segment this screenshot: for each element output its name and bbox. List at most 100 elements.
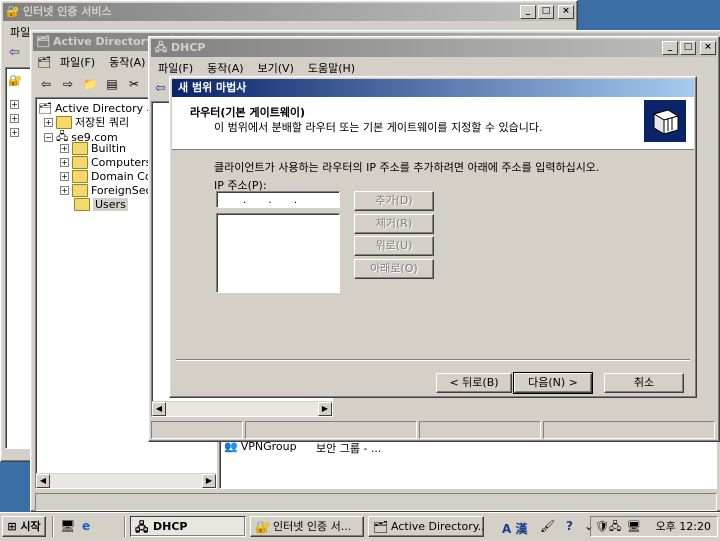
expand-icon[interactable]: + [60, 158, 69, 167]
minimize-button[interactable]: _ [662, 41, 678, 55]
windows-logo-icon: ⊞ [7, 520, 17, 533]
dhcp-menu-help[interactable]: 도움말(H) [301, 60, 362, 76]
wizard-header-title: 라우터(기본 게이트웨이) [190, 106, 306, 119]
help-icon[interactable]: ? [566, 519, 573, 533]
system-tray: 🛡 🖧 🖥 오후 12:20 [590, 516, 718, 537]
wizard-separator [176, 359, 690, 361]
ias-title-bar[interactable]: 🔐 인터넷 인증 서비스 [3, 3, 575, 21]
ias-tree-expander[interactable]: + [10, 128, 19, 137]
ias-back-arrow-icon[interactable]: ⇦ [9, 45, 20, 60]
forward-arrow-icon[interactable]: ⇨ [59, 75, 77, 93]
tree-item-users[interactable]: Users [74, 198, 128, 211]
cancel-button[interactable]: 취소 [604, 373, 684, 393]
move-up-button[interactable]: 위로(U) [354, 236, 434, 256]
collapse-icon[interactable]: − [44, 133, 53, 142]
dhcp-statusbar [151, 421, 715, 439]
ias-tree-expander[interactable]: + [10, 100, 19, 109]
remove-button[interactable]: 제거(R) [354, 214, 434, 234]
ad-menu-file-icon: 🗂 [37, 55, 51, 69]
router-address-list[interactable] [216, 213, 340, 293]
wizard-header-subtitle: 이 범위에서 분배할 라우터 또는 기본 게이트웨이를 지정할 수 있습니다. [214, 121, 543, 134]
ias-task-icon: 🔐 [255, 520, 270, 534]
ias-tree-root-icon[interactable]: 🔐 [8, 74, 22, 87]
scroll-right-icon[interactable]: ▶ [202, 474, 216, 488]
cut-icon[interactable]: ✂ [125, 75, 143, 93]
ias-title: 인터넷 인증 서비스 [23, 5, 112, 18]
list-item-type: 보안 그룹 - ... [316, 442, 382, 455]
monitor-tray-icon[interactable]: 🖥 [627, 517, 641, 536]
close-button[interactable]: × [700, 41, 716, 55]
ad-tree-hscroll[interactable]: ◀ ▶ [36, 473, 216, 488]
dhcp-back-arrow-icon[interactable]: ⇦ [155, 81, 166, 96]
dhcp-app-icon: 🖧 [154, 41, 168, 54]
tree-item-foreign-security[interactable]: + ForeignSec [60, 184, 152, 197]
folder-icon [74, 198, 90, 211]
start-button[interactable]: ⊞ 시작 [2, 516, 46, 537]
add-button[interactable]: 추가(D) [354, 191, 434, 211]
dhcp-menubar: 파일(F) 동작(A) 보기(V) 도움말(H) [151, 59, 717, 77]
taskbar-divider [124, 516, 126, 537]
dhcp-window-controls: _ □ × [662, 41, 716, 55]
ime-tool-icon[interactable]: 🖌 [540, 519, 555, 533]
clock[interactable]: 오후 12:20 [656, 517, 711, 536]
expand-icon[interactable]: + [44, 117, 53, 127]
scroll-left-icon[interactable]: ◀ [36, 474, 50, 488]
ad-task-icon: 🗂 [373, 520, 389, 534]
dhcp-menu-action[interactable]: 동작(A) [200, 60, 250, 76]
back-button[interactable]: < 뒤로(B) [436, 373, 512, 393]
show-tree-icon[interactable]: ▤ [103, 75, 121, 93]
status-pane [151, 421, 243, 439]
quicklaunch-ie-icon[interactable]: e [82, 519, 90, 533]
ias-tree-expander[interactable]: + [10, 114, 19, 123]
task-ias[interactable]: 🔐 인터넷 인증 서... [250, 516, 364, 537]
dhcp-title: DHCP [171, 41, 206, 54]
scroll-left-icon[interactable]: ◀ [152, 402, 166, 416]
minimize-button[interactable]: _ [520, 5, 536, 19]
expand-icon[interactable]: + [60, 186, 69, 195]
back-arrow-icon[interactable]: ⇦ [37, 75, 55, 93]
network-tray-icon[interactable]: 🖧 [609, 517, 621, 536]
next-button[interactable]: 다음(N) > [513, 372, 593, 394]
up-folder-icon[interactable]: 📁 [81, 75, 99, 93]
task-dhcp[interactable]: 🖧 DHCP [130, 516, 246, 537]
ad-menu-action[interactable]: 동작(A) [102, 54, 152, 70]
expand-icon[interactable]: + [60, 172, 69, 181]
ad-app-icon: 🗂 [36, 35, 50, 48]
quicklaunch-divider [52, 516, 54, 537]
quicklaunch-desktop-icon[interactable]: 🖥 [60, 519, 75, 533]
close-button[interactable]: × [558, 5, 574, 19]
dhcp-menu-file[interactable]: 파일(F) [151, 60, 200, 76]
dhcp-title-bar[interactable]: 🖧 DHCP [151, 39, 717, 57]
folder-icon [72, 170, 88, 183]
wizard-title-bar[interactable]: 새 범위 마법사 [172, 79, 694, 97]
tree-item-builtin[interactable]: + Builtin [60, 142, 126, 155]
taskbar: ⊞ 시작 🖥 e 🖧 DHCP 🔐 인터넷 인증 서... 🗂 Active D… [0, 512, 720, 541]
status-pane [543, 421, 715, 439]
dhcp-tree-hscroll[interactable]: ◀ ▶ [152, 401, 332, 416]
ad-statusbar [35, 493, 717, 511]
maximize-button[interactable]: □ [538, 5, 554, 19]
status-pane [419, 421, 541, 439]
ias-window-controls: _ □ × [520, 5, 574, 19]
folder-icon [72, 156, 88, 169]
move-down-button[interactable]: 아래로(O) [354, 259, 434, 279]
folder-icon [72, 142, 88, 155]
scroll-right-icon[interactable]: ▶ [318, 402, 332, 416]
ime-indicator[interactable]: A 漢 [502, 520, 527, 537]
folder-icon [72, 184, 88, 197]
status-pane [35, 493, 717, 511]
expand-icon[interactable]: + [60, 144, 69, 153]
tree-item-computers[interactable]: + Computers [60, 156, 151, 169]
tree-item-domain-controllers[interactable]: + Domain Co [60, 170, 152, 183]
ip-address-input[interactable]: . . . [216, 191, 340, 208]
folder-icon [56, 115, 72, 129]
ad-menu-file[interactable]: 파일(F) [53, 54, 102, 70]
dhcp-menu-view[interactable]: 보기(V) [251, 60, 301, 76]
dhcp-task-icon: 🖧 [135, 520, 149, 534]
status-pane [245, 421, 417, 439]
task-active-directory[interactable]: 🗂 Active Directory... [368, 516, 484, 537]
ias-app-icon: 🔐 [6, 5, 20, 18]
wizard-header-folders-icon [644, 100, 686, 142]
maximize-button[interactable]: □ [680, 41, 696, 55]
security-tray-icon[interactable]: 🛡 [595, 517, 609, 536]
